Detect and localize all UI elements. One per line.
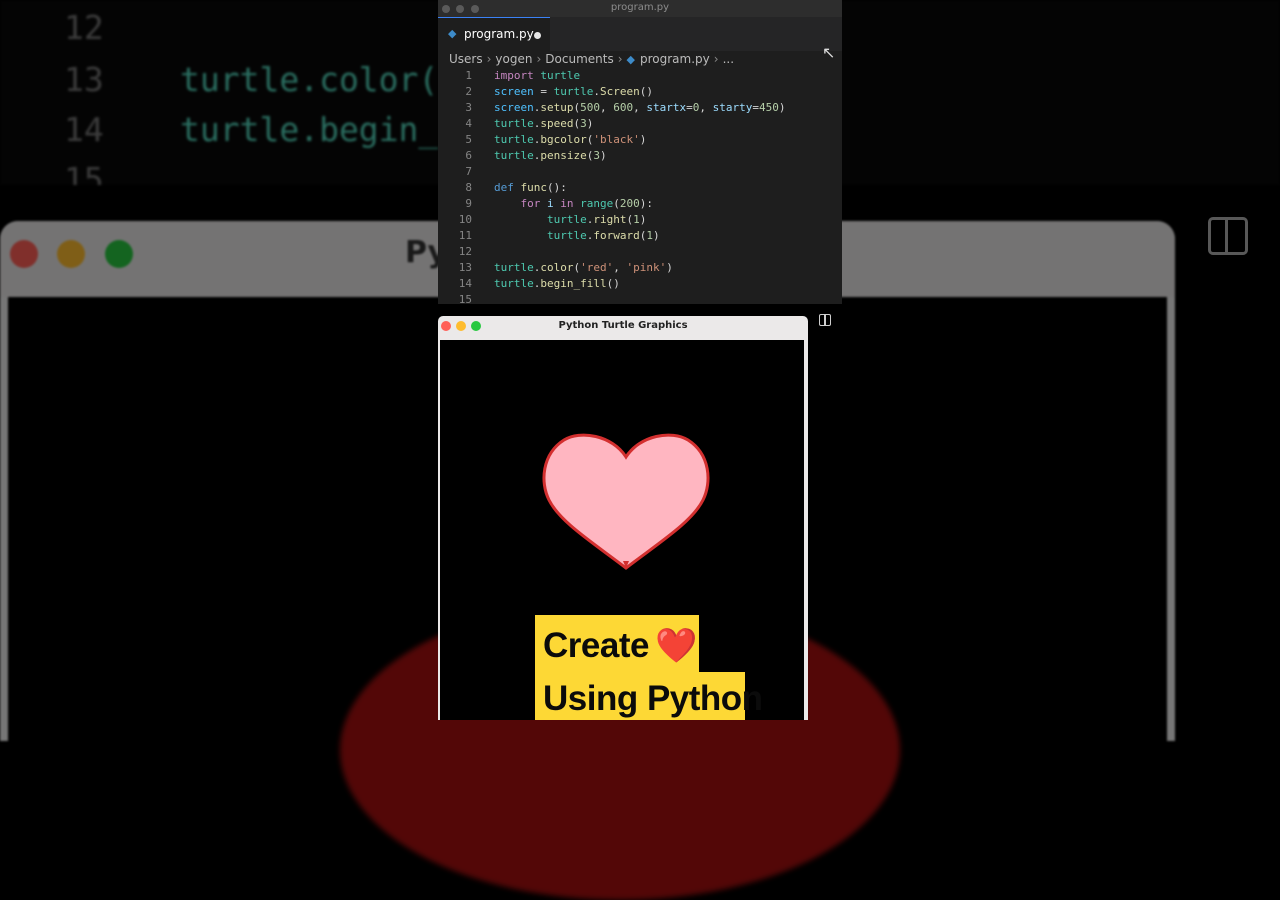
line-number: 15	[458, 293, 472, 304]
code-line: 14 turtle.begin_fill()	[438, 276, 842, 292]
caption-line-1: Create ❤️	[543, 626, 697, 666]
heart-shape	[542, 433, 710, 570]
tab-program-py[interactable]: ◆ program.py	[438, 17, 550, 52]
line-number: 8	[465, 181, 472, 194]
line-number: 3	[465, 101, 472, 114]
code-line: 12	[438, 244, 842, 260]
line-number: 12	[458, 245, 472, 258]
line-number: 9	[465, 197, 472, 210]
line-number: 7	[465, 165, 472, 178]
code-line: 9 for i in range(200):	[438, 196, 842, 212]
chevron-right-icon: ›	[486, 52, 492, 66]
chevron-right-icon: ›	[713, 52, 719, 66]
line-code: turtle.speed(3)	[494, 117, 594, 130]
red-heart-icon: ❤️	[654, 627, 697, 665]
bg-line-number: 14	[64, 110, 104, 149]
code-line: 15	[438, 292, 842, 304]
code-editor: program.py ◆ program.py ↖ Users › yogen › Do…	[438, 0, 842, 304]
minimize-dot-icon	[57, 240, 85, 268]
line-code: turtle.pensize(3)	[494, 149, 607, 162]
mouse-cursor-icon: ↖	[822, 43, 836, 62]
line-number: 2	[465, 85, 472, 98]
split-editor-icon	[1208, 217, 1248, 255]
code-line: 13 turtle.color('red', 'pink')	[438, 260, 842, 276]
caption-line-2: Using Python	[543, 679, 763, 718]
breadcrumb-item[interactable]: Documents	[545, 52, 613, 66]
python-file-icon: ◆	[626, 53, 635, 66]
chevron-right-icon: ›	[536, 52, 542, 66]
code-line: 4 turtle.speed(3)	[438, 116, 842, 132]
line-number: 5	[465, 133, 472, 146]
unsaved-dot-icon[interactable]	[534, 32, 541, 39]
window-title: program.py	[610, 2, 670, 13]
tab-label: program.py	[464, 27, 534, 41]
line-code: turtle.color('red', 'pink')	[494, 261, 673, 274]
editor-titlebar: program.py	[438, 0, 842, 17]
bg-line-number: 15	[64, 160, 104, 185]
breadcrumb-item[interactable]: Users	[449, 52, 483, 66]
line-number: 14	[458, 277, 472, 290]
code-line: 2 screen = turtle.Screen()	[438, 84, 842, 100]
bg-line-number: 12	[64, 8, 104, 47]
line-code: for i in range(200):	[520, 197, 654, 210]
tab-bar: ◆ program.py ↖	[438, 17, 842, 62]
code-line: 10 turtle.right(1)	[438, 212, 842, 228]
code-line: 3 screen.setup(500, 600, startx=0, starty…	[438, 100, 842, 116]
breadcrumb-item[interactable]: program.py	[640, 52, 710, 66]
line-number: 6	[465, 149, 472, 162]
zoom-dot-icon	[105, 240, 133, 268]
python-file-icon: ◆	[448, 27, 457, 40]
line-code: screen = turtle.Screen()	[494, 85, 653, 98]
line-code: turtle.forward(1)	[546, 229, 660, 242]
turtle-window-title: Python Turtle Graphics	[558, 320, 688, 331]
chevron-right-icon: ›	[617, 52, 623, 66]
turtle-titlebar: Python Turtle Graphics	[438, 316, 808, 338]
bg-line-code: turtle.begin_	[180, 110, 439, 149]
breadcrumb-item[interactable]: yogen	[495, 52, 532, 66]
caption-text: Create	[543, 626, 649, 665]
line-code: turtle.begin_fill()	[494, 277, 620, 290]
line-number: 4	[465, 117, 472, 130]
line-number: 13	[458, 261, 472, 274]
close-dot-icon	[10, 240, 38, 268]
line-number: 11	[458, 229, 472, 242]
line-number: 10	[458, 213, 472, 226]
code-line: 6 turtle.pensize(3)	[438, 148, 842, 164]
line-code: import turtle	[494, 69, 581, 82]
line-code: turtle.bgcolor('black')	[494, 133, 647, 146]
line-number: 1	[465, 69, 472, 82]
bg-line-number: 13	[64, 60, 104, 99]
code-line: 5 turtle.bgcolor('black')	[438, 132, 842, 148]
code-line: 11 turtle.forward(1)	[438, 228, 842, 244]
code-line: 8 def func():	[438, 180, 842, 196]
line-code: screen.setup(500, 600, startx=0, starty=…	[494, 101, 786, 114]
split-editor-icon[interactable]	[819, 314, 831, 326]
breadcrumb-item[interactable]: ...	[723, 52, 734, 66]
line-code: turtle.right(1)	[546, 213, 647, 226]
bg-line-code: turtle.color(	[180, 60, 439, 99]
line-code: def func():	[494, 181, 567, 194]
code-line: 7	[438, 164, 842, 180]
breadcrumb: Users › yogen › Documents › ◆ program.py ›...	[449, 52, 734, 68]
code-line: 1 import turtle	[438, 68, 842, 84]
